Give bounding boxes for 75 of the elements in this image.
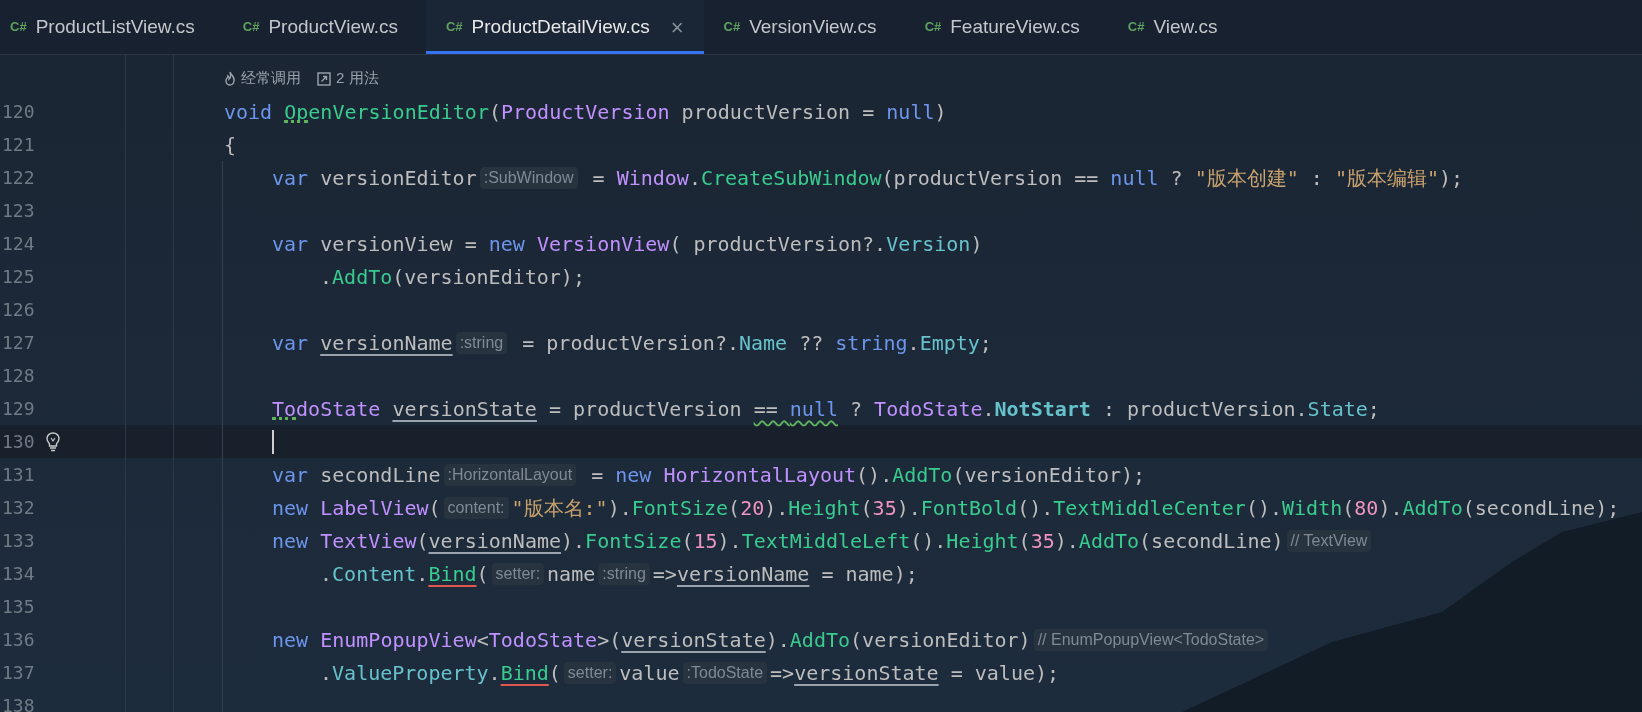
line-number: 134 — [1, 562, 36, 586]
language-label: C# — [242, 18, 260, 37]
tab-label: ProductListView.cs — [35, 14, 195, 39]
code-text: =>versionName = name); — [652, 560, 918, 588]
line-number: 121 — [1, 133, 36, 157]
line-number: 132 — [1, 496, 36, 520]
file-tab[interactable]: C# View.cs — [1107, 0, 1246, 54]
tab-label: FeatureView.cs — [950, 14, 1080, 39]
line-number: 136 — [1, 628, 36, 652]
line-number: 127 — [1, 331, 36, 355]
code-text: { — [224, 131, 237, 159]
code-text: "版本名:").FontSize(20).Height(35).FontBold().TextMiddleCenter().Width(80).AddTo(secondLine); — [511, 494, 1620, 522]
inlay-hint: content: — [443, 496, 509, 519]
file-tab[interactable]: C# FeatureView.cs — [904, 0, 1108, 54]
line-number: 137 — [1, 661, 36, 685]
language-label: C# — [445, 18, 463, 37]
lightbulb-icon[interactable] — [46, 431, 60, 452]
file-tab[interactable]: C# ProductListView.cs — [0, 0, 223, 54]
code-text: new TextView(versionName).FontSize(15).TextMiddleLeft().Height(35).AddTo(secondLine) — [272, 527, 1284, 555]
code-text: TodoState versionState = productVersion == null ? TodoState.NotStart : productVersion.State; — [272, 395, 1380, 423]
line-number: 124 — [1, 232, 36, 256]
close-icon[interactable]: × — [670, 10, 684, 44]
line-number: 133 — [1, 529, 36, 553]
line-number: 135 — [1, 595, 36, 619]
line-number: 128 — [1, 364, 36, 388]
inlay-hint: :SubWindow — [479, 166, 578, 189]
file-tab[interactable]: C# ProductDetailView.cs × — [425, 0, 704, 54]
inlay-hint: // TextView — [1286, 529, 1372, 552]
inlay-hint: setter: — [491, 562, 545, 585]
code-text: name — [547, 560, 596, 588]
inlay-hint: setter: — [563, 661, 617, 684]
code-text: void OpenVersionEditor(ProductVersion productVersion = null) — [224, 98, 947, 126]
language-label: C# — [924, 18, 942, 37]
code-text: = productVersion?.Name ?? string.Empty; — [521, 329, 992, 357]
inlay-hint: :string — [455, 331, 508, 354]
line-number: 123 — [1, 199, 36, 223]
tab-label: VersionView.cs — [749, 14, 877, 39]
code-lens-link[interactable]: 经常调用 — [241, 67, 301, 90]
code-text: = Window.CreateSubWindow(productVersion == null ? "版本创建" : "版本编辑"); — [591, 164, 1464, 192]
code-text: .AddTo(versionEditor); — [320, 263, 585, 291]
arrow-box-icon — [317, 71, 331, 86]
line-number: 122 — [1, 166, 36, 190]
line-number: 129 — [1, 397, 36, 421]
line-number: 126 — [1, 298, 36, 322]
inlay-hint: :TodoState — [682, 661, 768, 684]
flame-icon — [224, 71, 236, 86]
code-text: var secondLine — [272, 461, 441, 489]
code-text: .ValueProperty.Bind( — [320, 659, 561, 687]
code-text: = new HorizontalLayout().AddTo(versionEditor); — [590, 461, 1146, 489]
inlay-hint: :HorizontalLayout — [443, 463, 577, 486]
file-tab[interactable]: C# ProductView.cs — [222, 0, 426, 54]
code-text: new EnumPopupView<TodoState>(versionState).AddTo(versionEditor) — [272, 626, 1031, 654]
code-text: =>versionState = value); — [770, 659, 1060, 687]
inlay-hint: :string — [598, 562, 650, 585]
code-text: new LabelView( — [272, 494, 441, 522]
inlay-hint: // EnumPopupView<TodoState> — [1033, 628, 1269, 651]
line-number: 120 — [1, 100, 36, 124]
code-text: var versionView = new VersionView( productVersion?.Version) — [272, 230, 983, 258]
language-label: C# — [1127, 18, 1145, 37]
line-number: 131 — [1, 463, 36, 487]
line-number: 138 — [1, 694, 36, 712]
language-label: C# — [10, 18, 27, 37]
tab-label: ProductDetailView.cs — [471, 14, 650, 39]
tab-label: View.cs — [1153, 14, 1218, 39]
code-text: var versionName — [272, 329, 453, 357]
language-label: C# — [723, 18, 741, 37]
line-number: 130 — [1, 430, 36, 454]
code-text: .Content.Bind( — [320, 560, 489, 588]
tab-label: ProductView.cs — [268, 14, 398, 39]
file-tab[interactable]: C# VersionView.cs — [703, 0, 905, 54]
code-lens-link[interactable]: 2 用法 — [336, 67, 379, 90]
text-cursor — [272, 429, 274, 454]
code-text: var versionEditor — [272, 164, 477, 192]
code-text: value — [619, 659, 680, 687]
line-number: 125 — [1, 265, 36, 289]
